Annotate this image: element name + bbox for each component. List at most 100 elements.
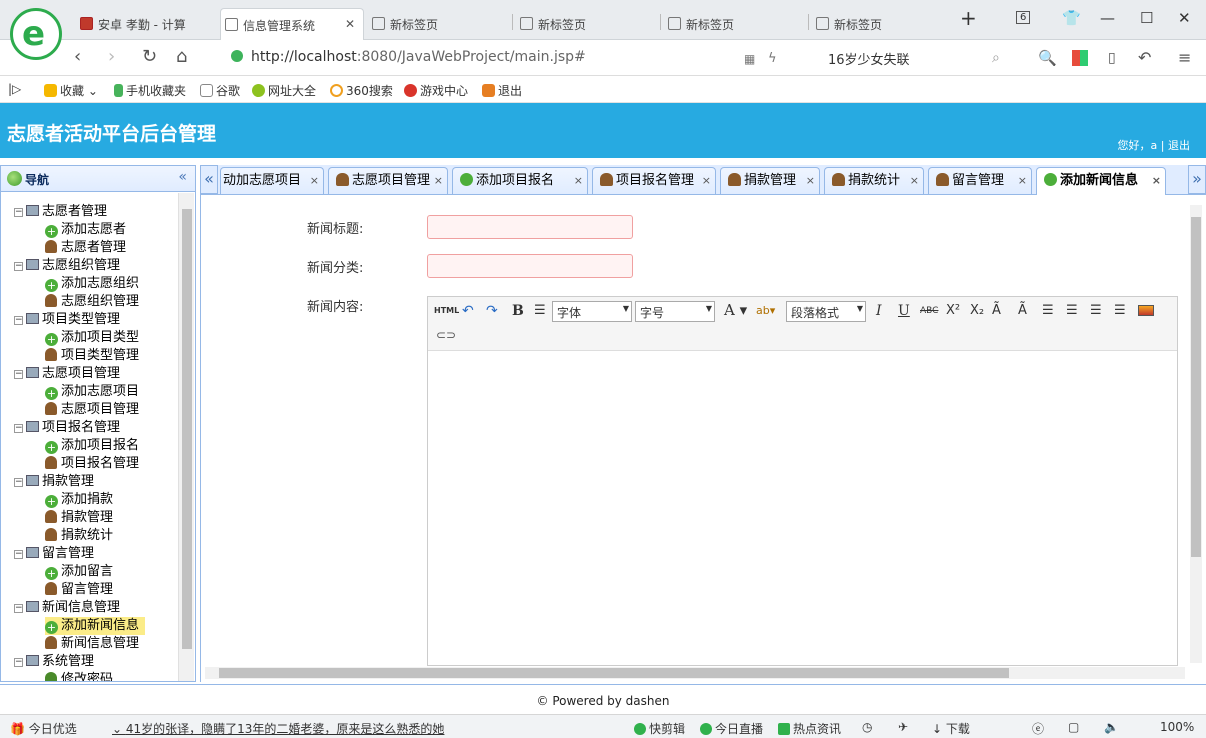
nav-item[interactable]: 捐款管理 xyxy=(45,509,113,527)
lightning-icon[interactable]: ϟ xyxy=(768,51,777,66)
highlight-color-icon[interactable]: ab▾ xyxy=(756,301,775,321)
redo-icon[interactable]: ↷ xyxy=(486,301,498,321)
align-right-icon[interactable]: ☰ xyxy=(1066,301,1078,321)
font-color-icon[interactable]: A ▾ xyxy=(724,300,747,320)
news-title-input[interactable] xyxy=(427,215,633,239)
close-tab-icon[interactable]: × xyxy=(702,168,711,194)
news-suggestion[interactable]: 16岁少女失联 xyxy=(828,49,910,68)
html-source-button[interactable]: HTML xyxy=(434,301,459,321)
shirt-skin-icon[interactable]: 👕 xyxy=(1062,9,1081,27)
browser-tab-active[interactable]: 信息管理系统 ✕ xyxy=(220,8,364,40)
nav-group[interactable]: − 留言管理 xyxy=(14,545,94,563)
nav-item[interactable]: 志愿项目管理 xyxy=(45,401,139,419)
browser-tab[interactable]: 新标签页 xyxy=(812,8,942,40)
collapse-icon[interactable]: « xyxy=(178,169,187,185)
content-tab[interactable]: 项目报名管理 × xyxy=(592,167,716,194)
url-field[interactable]: http://localhost:8080/JavaWebProject/mai… xyxy=(231,49,586,65)
align-center-icon[interactable]: ☰ xyxy=(1090,301,1102,321)
content-tab[interactable]: 动加志愿项目 × xyxy=(220,167,324,194)
vscroll-thumb[interactable] xyxy=(1191,217,1201,557)
font-family-select[interactable]: 字体 ▼ xyxy=(552,301,632,322)
nav-item[interactable]: 修改密码 xyxy=(45,671,113,681)
nav-item[interactable]: 志愿组织管理 xyxy=(45,293,139,311)
collapse-toggle-icon[interactable]: − xyxy=(14,658,23,667)
bookmark-item[interactable]: 谷歌 xyxy=(200,82,240,99)
download-button[interactable]: ↓ 下载 xyxy=(932,720,970,737)
collapse-toggle-icon[interactable]: − xyxy=(14,316,23,325)
close-tab-icon[interactable]: × xyxy=(1018,168,1027,194)
justify-icon[interactable]: ☰ xyxy=(1114,301,1126,321)
tab-count-badge[interactable]: 6 xyxy=(1016,11,1031,24)
editor-content-area[interactable] xyxy=(428,352,1177,665)
collapse-toggle-icon[interactable]: − xyxy=(14,208,23,217)
qr-code-icon[interactable]: ▦ xyxy=(744,52,755,66)
close-tab-icon[interactable]: × xyxy=(574,168,583,194)
bookmark-item[interactable]: 游戏中心 xyxy=(404,82,468,99)
bookmark-item[interactable]: 收藏 ⌄ xyxy=(44,82,98,99)
hot-news-button[interactable]: 热点资讯 xyxy=(778,720,841,737)
nav-item[interactable]: + 添加留言 xyxy=(45,563,113,581)
browser-tab[interactable]: 新标签页 xyxy=(516,8,656,40)
nav-item[interactable]: + 添加捐款 xyxy=(45,491,113,509)
nav-group[interactable]: − 项目报名管理 xyxy=(14,419,120,437)
menu-icon[interactable]: ≡ xyxy=(1178,48,1191,67)
news-category-input[interactable] xyxy=(427,254,633,278)
nav-group[interactable]: − 系统管理 xyxy=(14,653,94,671)
superscript-icon[interactable]: X² xyxy=(946,301,960,321)
close-tab-icon[interactable]: ✕ xyxy=(345,17,355,31)
close-tab-icon[interactable]: × xyxy=(434,168,443,194)
strikethrough-icon[interactable]: ABC xyxy=(920,301,938,321)
hscroll-thumb[interactable] xyxy=(219,668,1009,678)
insert-image-icon[interactable] xyxy=(1138,305,1154,316)
paragraph-format-select[interactable]: 段落格式 ▼ xyxy=(786,301,866,322)
nav-item[interactable]: 留言管理 xyxy=(45,581,113,599)
close-window-icon[interactable]: ✕ xyxy=(1178,9,1191,27)
font-a2-icon[interactable]: A͂ xyxy=(1018,301,1027,321)
clock-icon[interactable]: ◷ xyxy=(862,720,872,734)
nav-group[interactable]: − 新闻信息管理 xyxy=(14,599,120,617)
tabs-scroll-right-icon[interactable]: » xyxy=(1188,165,1206,194)
content-tab[interactable]: 捐款管理 × xyxy=(720,167,820,194)
collapse-toggle-icon[interactable]: − xyxy=(14,604,23,613)
subscript-icon[interactable]: X₂ xyxy=(970,301,984,321)
new-tab-button[interactable]: + xyxy=(960,6,977,30)
close-tab-icon[interactable]: × xyxy=(1152,168,1161,194)
window-icon[interactable]: ▢ xyxy=(1068,720,1079,734)
nav-item[interactable]: + 添加新闻信息 xyxy=(45,617,146,635)
nav-item[interactable]: + 添加志愿者 xyxy=(45,221,126,239)
nav-item[interactable]: + 添加志愿项目 xyxy=(45,383,139,401)
quick-clip-button[interactable]: 快剪辑 xyxy=(634,720,685,737)
content-tab[interactable]: 添加项目报名 × xyxy=(452,167,588,194)
today-picks[interactable]: 🎁 今日优选 xyxy=(10,720,77,737)
bookmark-item[interactable]: 手机收藏夹 xyxy=(114,82,186,99)
clear-format-icon[interactable]: ☰ xyxy=(534,301,546,321)
collapse-toggle-icon[interactable]: − xyxy=(14,262,23,271)
bookmark-item[interactable]: 网址大全 xyxy=(252,82,316,99)
search-blue-icon[interactable]: 🔍 xyxy=(1038,49,1057,67)
collapse-toggle-icon[interactable]: − xyxy=(14,370,23,379)
collapse-toggle-icon[interactable]: − xyxy=(14,478,23,487)
collapse-toggle-icon[interactable]: − xyxy=(14,424,23,433)
nav-scrollbar[interactable] xyxy=(178,193,194,681)
bookmark-item[interactable]: 360搜索 xyxy=(330,82,393,99)
panel-horizontal-scrollbar[interactable] xyxy=(205,667,1185,679)
close-tab-icon[interactable]: × xyxy=(806,168,815,194)
tablet-icon[interactable]: ▯ xyxy=(1108,50,1116,66)
undo-icon[interactable]: ↶ xyxy=(462,301,474,321)
forward-icon[interactable]: › xyxy=(108,46,115,67)
ie-icon[interactable]: ⓔ xyxy=(1032,720,1044,737)
content-tab[interactable]: 志愿项目管理 × xyxy=(328,167,448,194)
minimize-icon[interactable]: — xyxy=(1100,9,1115,27)
nav-item[interactable]: 志愿者管理 xyxy=(45,239,126,257)
tabs-scroll-left-icon[interactable]: « xyxy=(200,165,218,194)
nav-group[interactable]: − 项目类型管理 xyxy=(14,311,120,329)
browser-tab[interactable]: 安卓 孝勤 - 计算 xyxy=(76,8,216,40)
sidebar-toggle-icon[interactable]: |▷ xyxy=(8,82,21,96)
nav-item[interactable]: + 添加志愿组织 xyxy=(45,275,139,293)
panel-vertical-scrollbar[interactable] xyxy=(1190,205,1202,663)
maximize-icon[interactable]: ☐ xyxy=(1140,9,1153,27)
nav-item[interactable]: 新闻信息管理 xyxy=(45,635,139,653)
zoom-level[interactable]: 100% xyxy=(1160,720,1194,734)
content-tab[interactable]: 捐款统计 × xyxy=(824,167,924,194)
nav-item[interactable]: 捐款统计 xyxy=(45,527,113,545)
